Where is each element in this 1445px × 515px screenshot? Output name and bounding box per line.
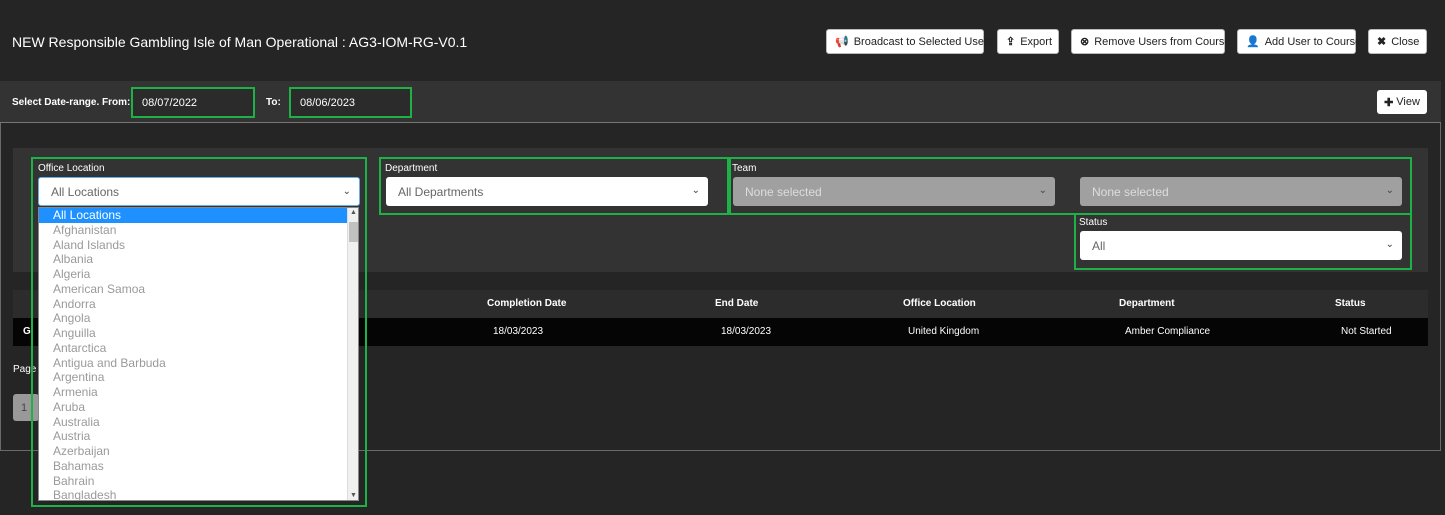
dropdown-option[interactable]: Afghanistan xyxy=(39,223,358,238)
status-value: All xyxy=(1092,238,1106,253)
chevron-down-icon: ⌄ xyxy=(1038,185,1047,196)
office-location-label: Office Location xyxy=(38,163,105,174)
broadcast-button[interactable]: 📢 Broadcast to Selected Users xyxy=(826,29,993,54)
dropdown-option[interactable]: Antigua and Barbuda xyxy=(39,356,358,371)
team-subselect[interactable]: None selected ⌄ xyxy=(1080,177,1402,206)
to-label: To: xyxy=(266,97,281,108)
to-date-input[interactable]: 08/06/2023 xyxy=(289,87,412,118)
add-label: Add User to Course xyxy=(1264,35,1362,48)
close-label: Close xyxy=(1391,35,1420,48)
team-select[interactable]: None selected ⌄ xyxy=(733,177,1055,206)
close-button[interactable]: ✖ Close xyxy=(1368,29,1427,54)
export-label: Export xyxy=(1020,35,1053,48)
cell-status: Not Started xyxy=(1341,326,1392,337)
team2-value: None selected xyxy=(1092,184,1169,199)
from-date-input[interactable]: 08/07/2022 xyxy=(131,87,255,118)
dropdown-option[interactable]: American Samoa xyxy=(39,282,358,297)
department-select[interactable]: All Departments ⌄ xyxy=(386,177,708,206)
dropdown-option[interactable]: Aruba xyxy=(39,400,358,415)
office-location-select[interactable]: All Locations ⌄ xyxy=(38,177,360,206)
export-icon: ⇪ xyxy=(1006,36,1016,48)
scroll-up-icon[interactable]: ▲ xyxy=(350,209,357,216)
chevron-down-icon: ⌄ xyxy=(1385,185,1394,196)
close-icon: ✖ xyxy=(1377,36,1387,48)
dropdown-option[interactable]: Anguilla xyxy=(39,326,358,341)
col-status[interactable]: Status xyxy=(1335,298,1366,309)
col-completion-date[interactable]: Completion Date xyxy=(487,298,566,309)
page-button[interactable]: 1 xyxy=(13,394,39,421)
export-button[interactable]: ⇪ Export xyxy=(997,29,1059,54)
dropdown-scrollbar[interactable]: ▲ ▼ xyxy=(347,208,358,500)
dropdown-option[interactable]: Aland Islands xyxy=(39,238,358,253)
office-location-dropdown[interactable]: All Locations Afghanistan Aland Islands Alb… xyxy=(38,207,359,501)
col-office-location[interactable]: Office Location xyxy=(903,298,976,309)
dropdown-option[interactable]: Bangladesh xyxy=(39,488,358,500)
status-select[interactable]: All ⌄ xyxy=(1080,231,1402,260)
dropdown-option[interactable]: Albania xyxy=(39,252,358,267)
office-location-value: All Locations xyxy=(51,184,120,199)
status-label: Status xyxy=(1079,217,1108,228)
chevron-down-icon: ⌄ xyxy=(691,185,700,196)
cell-department: Amber Compliance xyxy=(1125,326,1211,337)
cell-name: G xyxy=(23,326,31,337)
user-icon: 👤 xyxy=(1246,36,1260,48)
broadcast-label: Broadcast to Selected Users xyxy=(853,35,994,48)
page-title: NEW Responsible Gambling Isle of Man Ope… xyxy=(12,34,468,50)
dropdown-option[interactable]: Armenia xyxy=(39,385,358,400)
dropdown-option[interactable]: Azerbaijan xyxy=(39,444,358,459)
cell-office: United Kingdom xyxy=(908,326,980,337)
dropdown-option[interactable]: Algeria xyxy=(39,267,358,282)
plus-icon: ✚ xyxy=(1384,96,1394,109)
dropdown-option[interactable]: Andorra xyxy=(39,297,358,312)
cell-end-date: 18/03/2023 xyxy=(721,326,772,337)
from-label: Select Date-range. From: xyxy=(12,97,131,108)
remove-users-button[interactable]: ⊗ Remove Users from Course xyxy=(1071,29,1231,54)
team-value: None selected xyxy=(745,184,822,199)
col-end-date[interactable]: End Date xyxy=(715,298,758,309)
cell-completion-date: 18/03/2023 xyxy=(493,326,544,337)
chevron-down-icon: ⌄ xyxy=(342,186,351,197)
view-button[interactable]: ✚ View xyxy=(1377,90,1427,114)
megaphone-icon: 📢 xyxy=(835,36,849,48)
dropdown-option[interactable]: Australia xyxy=(39,415,358,430)
scroll-thumb[interactable] xyxy=(349,222,358,242)
department-value: All Departments xyxy=(398,184,484,199)
department-label: Department xyxy=(385,163,438,174)
remove-label: Remove Users from Course xyxy=(1094,35,1231,48)
dropdown-option[interactable]: Bahrain xyxy=(39,474,358,489)
pager-label: Page xyxy=(13,364,37,375)
dropdown-option[interactable]: Bahamas xyxy=(39,459,358,474)
dropdown-option[interactable]: Austria xyxy=(39,429,358,444)
dropdown-option[interactable]: Argentina xyxy=(39,370,358,385)
view-label: View xyxy=(1396,96,1420,108)
dropdown-options: All Locations Afghanistan Aland Islands Alb… xyxy=(39,208,358,500)
team-label: Team xyxy=(732,163,757,174)
dropdown-option[interactable]: All Locations xyxy=(39,208,358,223)
dropdown-option[interactable]: Antarctica xyxy=(39,341,358,356)
col-department[interactable]: Department xyxy=(1119,298,1175,309)
add-user-button[interactable]: 👤 Add User to Course xyxy=(1237,29,1361,54)
chevron-down-icon: ⌄ xyxy=(1385,239,1394,250)
dropdown-option[interactable]: Angola xyxy=(39,311,358,326)
remove-circle-icon: ⊗ xyxy=(1080,36,1090,48)
scroll-down-icon[interactable]: ▼ xyxy=(350,492,357,499)
